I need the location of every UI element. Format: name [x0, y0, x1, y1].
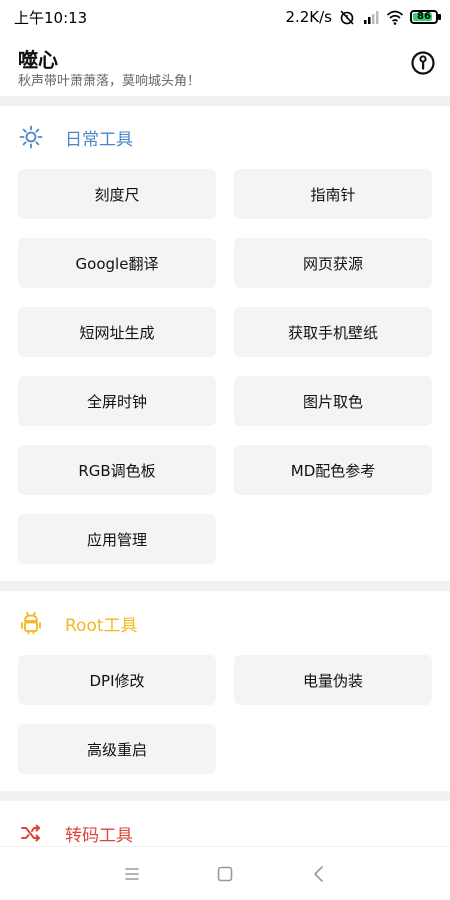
section-daily-tools-header: 日常工具 [0, 115, 450, 159]
tool-get-wallpaper-button[interactable]: 获取手机壁纸 [234, 307, 432, 357]
status-icons: 2.2K/s 86 [285, 7, 441, 27]
menu-icon[interactable] [120, 862, 144, 886]
tool-webpage-source-button[interactable]: 网页获源 [234, 238, 432, 288]
app-title: 噬心 [18, 48, 58, 72]
status-bar: 上午10:13 2.2K/s 86 [0, 0, 450, 34]
status-time: 上午10:13 [14, 9, 88, 27]
tool-compass-button[interactable]: 指南针 [234, 169, 432, 219]
tool-dpi-modify-button[interactable]: DPI修改 [18, 655, 216, 705]
section-transcode-tools-title: 转码工具 [65, 826, 133, 846]
section-divider [0, 96, 450, 106]
system-nav-bar [0, 846, 450, 900]
battery-level: 86 [417, 11, 431, 22]
tool-app-manager-button[interactable]: 应用管理 [18, 514, 216, 564]
sun-icon [19, 125, 43, 149]
back-chevron-icon[interactable] [307, 862, 331, 886]
tool-battery-spoof-button[interactable]: 电量伪装 [234, 655, 432, 705]
shuffle-icon [21, 824, 40, 842]
net-speed: 2.2K/s [285, 8, 332, 26]
tool-short-url-button[interactable]: 短网址生成 [18, 307, 216, 357]
app-subtitle: 秋声带叶萧萧落，莫响城头角！ [18, 74, 201, 89]
section-root-tools-header: Root工具 [0, 601, 450, 645]
tool-advanced-reboot-button[interactable]: 高级重启 [18, 724, 216, 774]
tool-fullscreen-clock-button[interactable]: 全屏时钟 [18, 376, 216, 426]
android-icon [21, 612, 41, 635]
info-circle-icon[interactable] [410, 50, 436, 76]
home-square-icon[interactable] [213, 862, 237, 886]
section-root-tools-title: Root工具 [65, 616, 138, 636]
alarm-off-icon [340, 10, 354, 25]
app-header: 噬心 秋声带叶萧萧落，莫响城头角！ [0, 34, 450, 96]
signal-icon [364, 11, 379, 24]
section-divider [0, 791, 450, 801]
battery-icon: 86 [410, 10, 441, 24]
tool-rgb-palette-button[interactable]: RGB调色板 [18, 445, 216, 495]
tool-md-colors-button[interactable]: MD配色参考 [234, 445, 432, 495]
section-daily-tools-title: 日常工具 [65, 130, 133, 150]
tool-ruler-button[interactable]: 刻度尺 [18, 169, 216, 219]
tool-google-translate-button[interactable]: Google翻译 [18, 238, 216, 288]
tool-image-color-picker-button[interactable]: 图片取色 [234, 376, 432, 426]
section-divider [0, 581, 450, 591]
wifi-icon [386, 10, 404, 25]
